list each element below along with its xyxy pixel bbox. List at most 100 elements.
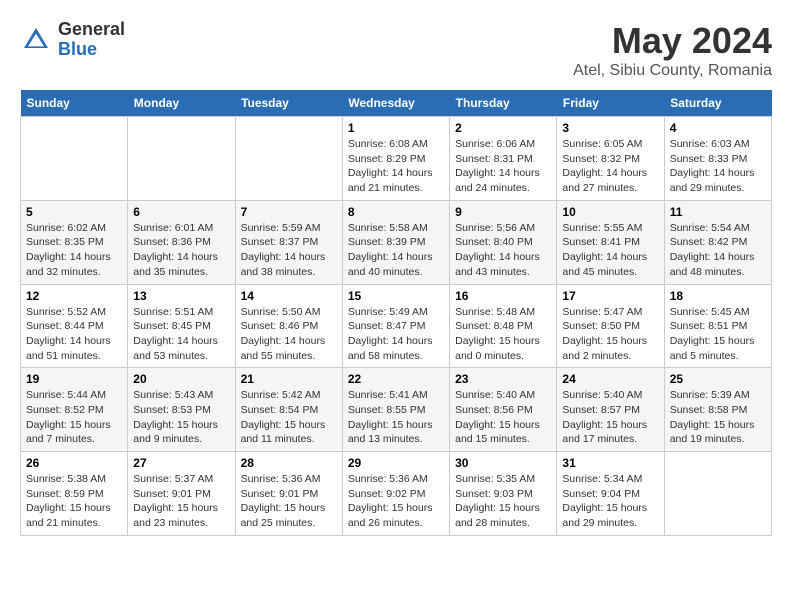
day-number: 10 <box>562 205 658 219</box>
calendar-header-row: SundayMondayTuesdayWednesdayThursdayFrid… <box>21 90 772 117</box>
day-number: 24 <box>562 372 658 386</box>
day-info: Sunrise: 6:08 AMSunset: 8:29 PMDaylight:… <box>348 137 444 196</box>
day-number: 31 <box>562 456 658 470</box>
day-number: 15 <box>348 289 444 303</box>
day-info: Sunrise: 5:34 AMSunset: 9:04 PMDaylight:… <box>562 472 658 531</box>
calendar-header-wednesday: Wednesday <box>342 90 449 117</box>
day-info: Sunrise: 6:02 AMSunset: 8:35 PMDaylight:… <box>26 221 122 280</box>
calendar-cell: 29 Sunrise: 5:36 AMSunset: 9:02 PMDayligh… <box>342 452 449 536</box>
title-block: May 2024 Atel, Sibiu County, Romania <box>573 20 772 80</box>
calendar-header-monday: Monday <box>128 90 235 117</box>
calendar-cell <box>128 117 235 201</box>
calendar-cell: 10 Sunrise: 5:55 AMSunset: 8:41 PMDayligh… <box>557 200 664 284</box>
day-number: 18 <box>670 289 766 303</box>
calendar-cell: 14Sunrise: 5:50 AMSunset: 8:46 PMDayligh… <box>235 284 342 368</box>
day-info: Sunrise: 5:59 AMSunset: 8:37 PMDaylight:… <box>241 221 337 280</box>
day-info: Sunrise: 5:44 AMSunset: 8:52 PMDaylight:… <box>26 388 122 447</box>
calendar-cell <box>235 117 342 201</box>
day-number: 9 <box>455 205 551 219</box>
day-number: 6 <box>133 205 229 219</box>
day-info: Sunrise: 5:40 AMSunset: 8:56 PMDaylight:… <box>455 388 551 447</box>
day-info: Sunrise: 5:56 AMSunset: 8:40 PMDaylight:… <box>455 221 551 280</box>
day-info: Sunrise: 6:06 AMSunset: 8:31 PMDaylight:… <box>455 137 551 196</box>
day-number: 20 <box>133 372 229 386</box>
calendar-cell: 26Sunrise: 5:38 AMSunset: 8:59 PMDayligh… <box>21 452 128 536</box>
day-info: Sunrise: 5:39 AMSunset: 8:58 PMDaylight:… <box>670 388 766 447</box>
calendar-header-tuesday: Tuesday <box>235 90 342 117</box>
day-number: 21 <box>241 372 337 386</box>
calendar-cell <box>21 117 128 201</box>
calendar-cell: 4 Sunrise: 6:03 AMSunset: 8:33 PMDaylight… <box>664 117 771 201</box>
logo-icon <box>20 24 52 56</box>
calendar-week-2: 5 Sunrise: 6:02 AMSunset: 8:35 PMDaylight… <box>21 200 772 284</box>
calendar-location: Atel, Sibiu County, Romania <box>573 62 772 80</box>
day-info: Sunrise: 5:50 AMSunset: 8:46 PMDaylight:… <box>241 305 337 364</box>
logo-blue-text: Blue <box>58 40 125 60</box>
day-info: Sunrise: 5:51 AMSunset: 8:45 PMDaylight:… <box>133 305 229 364</box>
day-number: 28 <box>241 456 337 470</box>
calendar-cell: 18 Sunrise: 5:45 AMSunset: 8:51 PMDayligh… <box>664 284 771 368</box>
day-info: Sunrise: 5:35 AMSunset: 9:03 PMDaylight:… <box>455 472 551 531</box>
calendar-cell: 21Sunrise: 5:42 AMSunset: 8:54 PMDayligh… <box>235 368 342 452</box>
day-info: Sunrise: 6:05 AMSunset: 8:32 PMDaylight:… <box>562 137 658 196</box>
day-number: 26 <box>26 456 122 470</box>
day-number: 23 <box>455 372 551 386</box>
day-info: Sunrise: 5:52 AMSunset: 8:44 PMDaylight:… <box>26 305 122 364</box>
calendar-cell: 9 Sunrise: 5:56 AMSunset: 8:40 PMDaylight… <box>450 200 557 284</box>
calendar-week-4: 19 Sunrise: 5:44 AMSunset: 8:52 PMDayligh… <box>21 368 772 452</box>
calendar-cell: 31 Sunrise: 5:34 AMSunset: 9:04 PMDayligh… <box>557 452 664 536</box>
calendar-header-saturday: Saturday <box>664 90 771 117</box>
day-number: 22 <box>348 372 444 386</box>
calendar-cell: 20 Sunrise: 5:43 AMSunset: 8:53 PMDayligh… <box>128 368 235 452</box>
calendar-cell: 16 Sunrise: 5:48 AMSunset: 8:48 PMDayligh… <box>450 284 557 368</box>
day-info: Sunrise: 5:54 AMSunset: 8:42 PMDaylight:… <box>670 221 766 280</box>
day-number: 4 <box>670 121 766 135</box>
day-info: Sunrise: 6:03 AMSunset: 8:33 PMDaylight:… <box>670 137 766 196</box>
logo-text: General Blue <box>58 20 125 60</box>
calendar-cell: 25 Sunrise: 5:39 AMSunset: 8:58 PMDayligh… <box>664 368 771 452</box>
day-number: 17 <box>562 289 658 303</box>
calendar-cell: 15Sunrise: 5:49 AMSunset: 8:47 PMDayligh… <box>342 284 449 368</box>
calendar-cell: 1 Sunrise: 6:08 AMSunset: 8:29 PMDaylight… <box>342 117 449 201</box>
day-number: 8 <box>348 205 444 219</box>
day-info: Sunrise: 5:47 AMSunset: 8:50 PMDaylight:… <box>562 305 658 364</box>
calendar-table: SundayMondayTuesdayWednesdayThursdayFrid… <box>20 90 772 536</box>
calendar-cell: 30Sunrise: 5:35 AMSunset: 9:03 PMDayligh… <box>450 452 557 536</box>
day-info: Sunrise: 5:41 AMSunset: 8:55 PMDaylight:… <box>348 388 444 447</box>
calendar-cell: 23 Sunrise: 5:40 AMSunset: 8:56 PMDayligh… <box>450 368 557 452</box>
calendar-header-sunday: Sunday <box>21 90 128 117</box>
calendar-week-5: 26Sunrise: 5:38 AMSunset: 8:59 PMDayligh… <box>21 452 772 536</box>
calendar-cell: 13 Sunrise: 5:51 AMSunset: 8:45 PMDayligh… <box>128 284 235 368</box>
day-info: Sunrise: 5:43 AMSunset: 8:53 PMDaylight:… <box>133 388 229 447</box>
day-number: 3 <box>562 121 658 135</box>
calendar-cell: 19 Sunrise: 5:44 AMSunset: 8:52 PMDayligh… <box>21 368 128 452</box>
calendar-cell: 2Sunrise: 6:06 AMSunset: 8:31 PMDaylight… <box>450 117 557 201</box>
day-info: Sunrise: 5:36 AMSunset: 9:01 PMDaylight:… <box>241 472 337 531</box>
day-number: 13 <box>133 289 229 303</box>
calendar-cell: 6Sunrise: 6:01 AMSunset: 8:36 PMDaylight… <box>128 200 235 284</box>
calendar-cell: 24Sunrise: 5:40 AMSunset: 8:57 PMDayligh… <box>557 368 664 452</box>
calendar-week-1: 1 Sunrise: 6:08 AMSunset: 8:29 PMDaylight… <box>21 117 772 201</box>
day-number: 29 <box>348 456 444 470</box>
day-number: 27 <box>133 456 229 470</box>
day-info: Sunrise: 5:48 AMSunset: 8:48 PMDaylight:… <box>455 305 551 364</box>
day-number: 7 <box>241 205 337 219</box>
day-number: 1 <box>348 121 444 135</box>
day-info: Sunrise: 5:37 AMSunset: 9:01 PMDaylight:… <box>133 472 229 531</box>
day-number: 25 <box>670 372 766 386</box>
calendar-cell: 7 Sunrise: 5:59 AMSunset: 8:37 PMDaylight… <box>235 200 342 284</box>
calendar-cell: 11Sunrise: 5:54 AMSunset: 8:42 PMDayligh… <box>664 200 771 284</box>
day-number: 5 <box>26 205 122 219</box>
calendar-cell <box>664 452 771 536</box>
day-number: 16 <box>455 289 551 303</box>
page-header: General Blue May 2024 Atel, Sibiu County… <box>20 20 772 80</box>
day-info: Sunrise: 5:36 AMSunset: 9:02 PMDaylight:… <box>348 472 444 531</box>
calendar-cell: 27 Sunrise: 5:37 AMSunset: 9:01 PMDayligh… <box>128 452 235 536</box>
day-number: 19 <box>26 372 122 386</box>
day-info: Sunrise: 5:55 AMSunset: 8:41 PMDaylight:… <box>562 221 658 280</box>
day-number: 12 <box>26 289 122 303</box>
calendar-cell: 28 Sunrise: 5:36 AMSunset: 9:01 PMDayligh… <box>235 452 342 536</box>
calendar-title: May 2024 <box>573 20 772 62</box>
logo: General Blue <box>20 20 125 60</box>
day-info: Sunrise: 5:45 AMSunset: 8:51 PMDaylight:… <box>670 305 766 364</box>
